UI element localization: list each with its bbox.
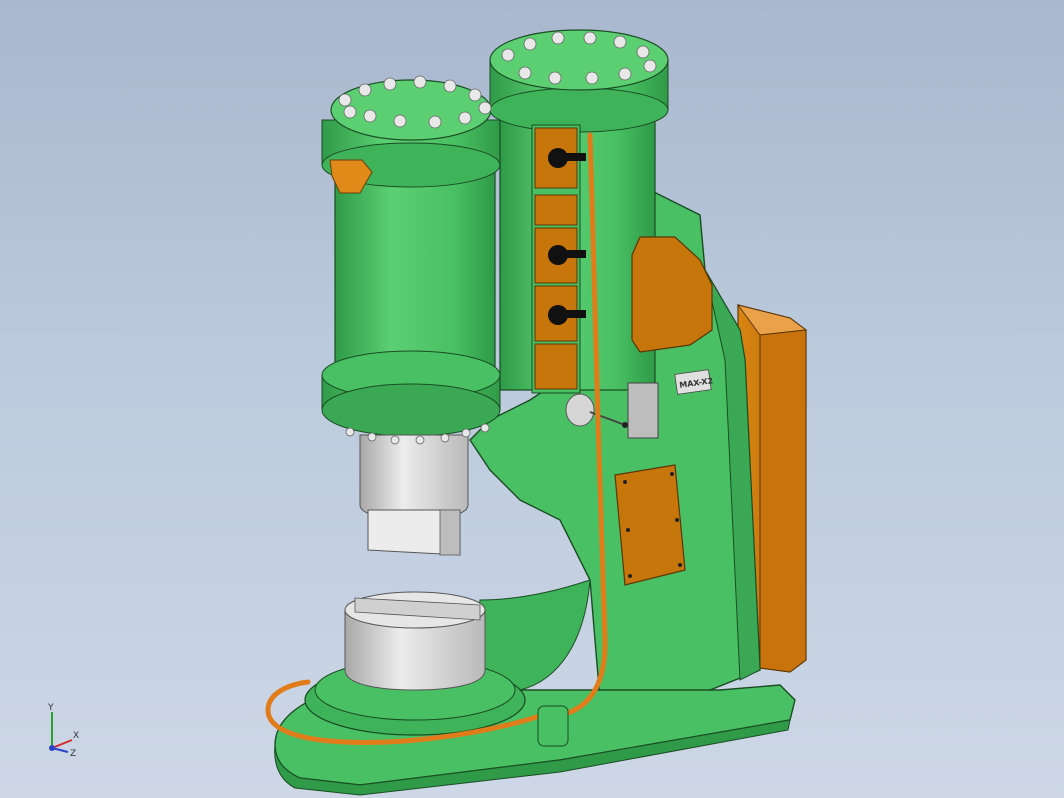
power-hammer-model[interactable]: MAX-X2 Y X Z [0, 0, 1064, 798]
z-axis-label: Z [70, 749, 76, 759]
x-axis-label: X [73, 731, 79, 741]
pipe-clamp [537, 705, 569, 747]
x-axis-icon [51, 739, 73, 749]
upper-tup [359, 434, 469, 556]
lower-anvil [344, 591, 486, 691]
access-plate [627, 382, 659, 439]
lower-cover [614, 464, 686, 586]
graphics-viewport[interactable]: MAX-X2 Y X Z [0, 0, 1064, 798]
coordinate-triad: Y X Z [47, 703, 79, 759]
ram-cylinder [321, 79, 501, 437]
y-axis-label: Y [47, 703, 54, 713]
